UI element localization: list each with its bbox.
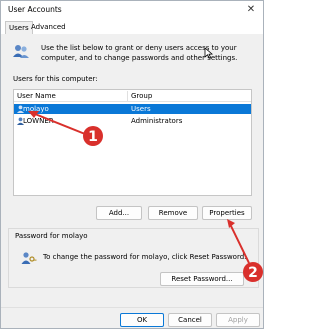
annotation-1-arrow <box>34 113 86 135</box>
user-accounts-dialog: User Accounts ✕ Users Advanced Use the l… <box>0 0 264 329</box>
annotation-1-number: 1 <box>88 129 98 145</box>
annotation-2-number: 2 <box>248 265 258 281</box>
annotation-2-arrow <box>230 225 250 264</box>
annotation-overlay: 1 2 <box>28 111 263 282</box>
